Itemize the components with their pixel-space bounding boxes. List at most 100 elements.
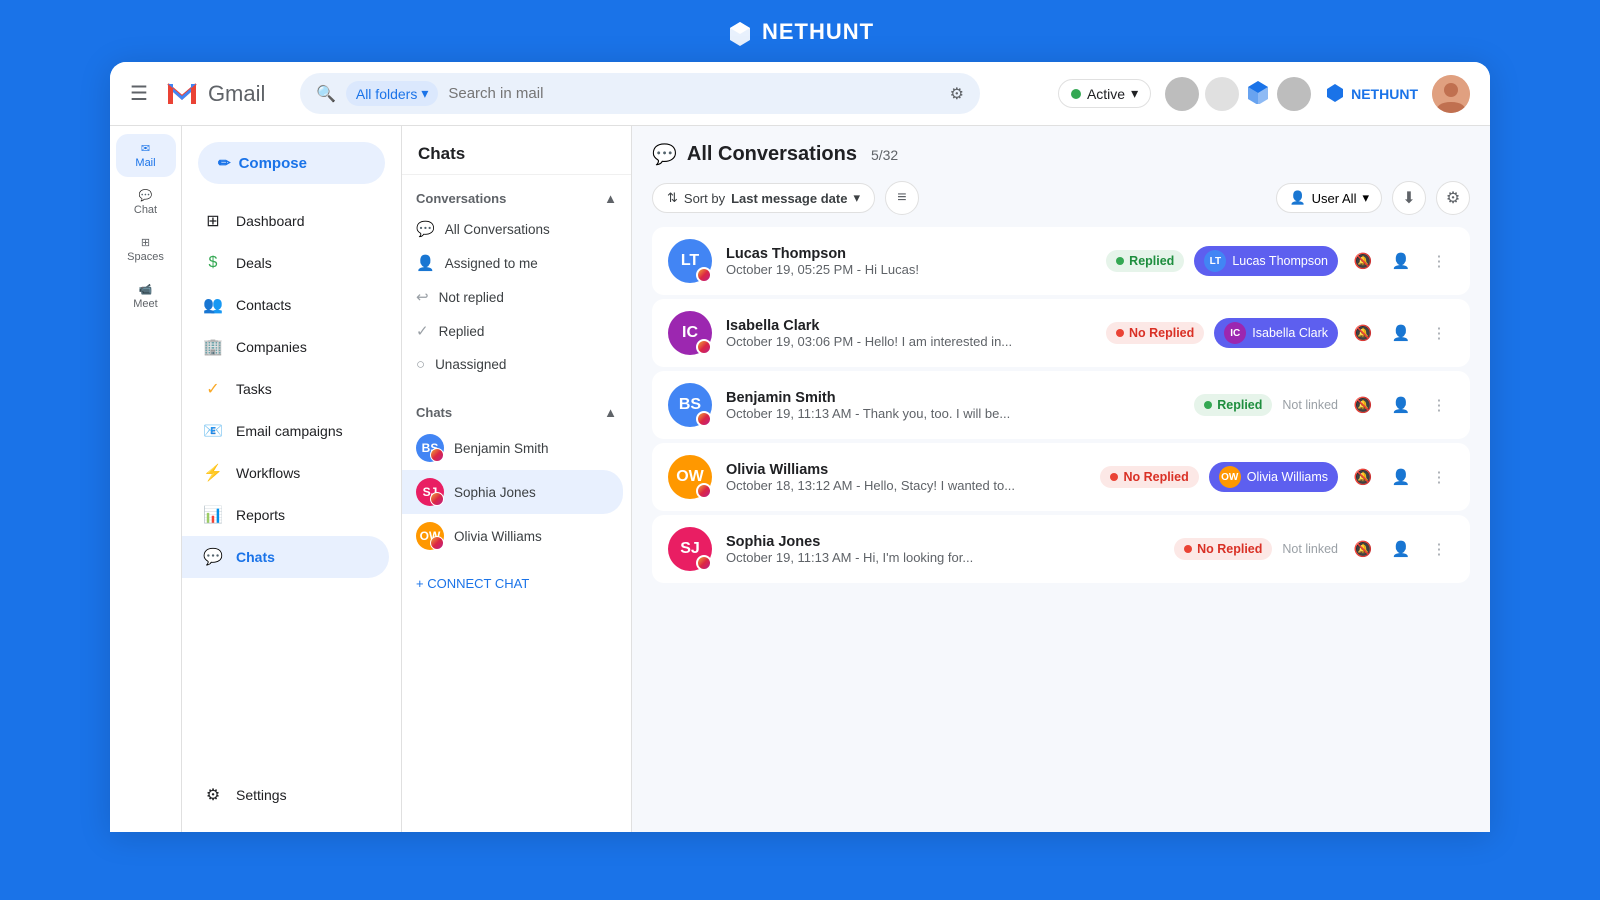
nav-item-reports[interactable]: 📊 Reports bbox=[182, 494, 389, 536]
folder-select[interactable]: All folders ▾ bbox=[346, 81, 439, 106]
conv-status-area: Replied LT Lucas Thompson 🔕 👤 ⋮ bbox=[1106, 246, 1454, 276]
conversation-row[interactable]: LT Lucas Thompson October 19, 05:25 PM -… bbox=[652, 227, 1470, 295]
search-input[interactable] bbox=[448, 85, 933, 102]
benjamin-name: Benjamin Smith bbox=[454, 441, 549, 456]
contacts-icon: 👥 bbox=[202, 294, 224, 316]
more-button[interactable]: ⋮ bbox=[1424, 318, 1454, 348]
dashboard-label: Dashboard bbox=[236, 213, 305, 229]
conv-item-unassigned[interactable]: ○ Unassigned bbox=[402, 348, 623, 381]
dashboard-icon: ⊞ bbox=[202, 210, 224, 232]
conversations-section-header[interactable]: Conversations ▲ bbox=[402, 185, 631, 212]
mute-button[interactable]: 🔕 bbox=[1348, 246, 1378, 276]
conv-item-assigned[interactable]: 👤 Assigned to me bbox=[402, 246, 623, 280]
mute-button[interactable]: 🔕 bbox=[1348, 462, 1378, 492]
unassign-button[interactable]: 👤 bbox=[1386, 318, 1416, 348]
sidebar-item-spaces[interactable]: ⊞ Spaces bbox=[116, 228, 176, 271]
count-badge: 5/32 bbox=[871, 147, 898, 163]
user-avatar[interactable] bbox=[1432, 75, 1470, 113]
status-pill: No Replied bbox=[1100, 466, 1198, 488]
conv-item-all[interactable]: 💬 All Conversations bbox=[402, 212, 623, 246]
nav-item-dashboard[interactable]: ⊞ Dashboard bbox=[182, 200, 389, 242]
mute-button[interactable]: 🔕 bbox=[1348, 318, 1378, 348]
unassign-button[interactable]: 👤 bbox=[1386, 534, 1416, 564]
right-controls: 👤 User All ▾ ⬇ ⚙ bbox=[1276, 181, 1470, 215]
more-button[interactable]: ⋮ bbox=[1424, 462, 1454, 492]
gear-icon: ⚙ bbox=[1446, 188, 1460, 208]
conv-status-area: Replied Not linked 🔕 👤 ⋮ bbox=[1194, 390, 1454, 420]
conversation-row[interactable]: OW Olivia Williams October 18, 13:12 AM … bbox=[652, 443, 1470, 511]
conv-info: Isabella Clark October 19, 03:06 PM - He… bbox=[726, 318, 1092, 349]
inbox-button[interactable]: ⬇ bbox=[1392, 181, 1426, 215]
status-dot bbox=[1184, 545, 1192, 553]
sidebar-item-meet[interactable]: 📹 Meet bbox=[116, 275, 176, 318]
connect-chat-label: + CONNECT CHAT bbox=[416, 576, 529, 591]
conv-item-replied[interactable]: ✓ Replied bbox=[402, 314, 623, 348]
nav-item-companies[interactable]: 🏢 Companies bbox=[182, 326, 389, 368]
chat-contact-sophia[interactable]: SJ Sophia Jones bbox=[402, 470, 623, 514]
chat-panel-header: Chats bbox=[402, 126, 631, 175]
mute-button[interactable]: 🔕 bbox=[1348, 390, 1378, 420]
chats-section-label: Chats bbox=[416, 405, 452, 420]
filter-sort-button[interactable]: ≡ bbox=[885, 181, 919, 215]
conv-instagram-badge bbox=[696, 483, 712, 499]
assigned-label: Assigned to me bbox=[445, 256, 538, 271]
nav-item-contacts[interactable]: 👥 Contacts bbox=[182, 284, 389, 326]
nav-item-tasks[interactable]: ✓ Tasks bbox=[182, 368, 389, 410]
settings-conv-button[interactable]: ⚙ bbox=[1436, 181, 1470, 215]
unassign-button[interactable]: 👤 bbox=[1386, 390, 1416, 420]
not-replied-icon: ↩ bbox=[416, 288, 429, 306]
nav-item-chats[interactable]: 💬 Chats bbox=[182, 536, 389, 578]
chat-contact-benjamin[interactable]: BS Benjamin Smith bbox=[402, 426, 623, 470]
replied-icon: ✓ bbox=[416, 322, 429, 340]
filter-icon[interactable]: ⚙ bbox=[950, 84, 964, 104]
user-filter[interactable]: 👤 User All ▾ bbox=[1276, 183, 1382, 213]
companies-icon: 🏢 bbox=[202, 336, 224, 358]
conv-preview: October 19, 05:25 PM - Hi Lucas! bbox=[726, 262, 1092, 277]
chat-contact-olivia[interactable]: OW Olivia Williams bbox=[402, 514, 623, 558]
status-dot bbox=[1110, 473, 1118, 481]
chats-section-header[interactable]: Chats ▲ bbox=[402, 399, 631, 426]
conversation-row[interactable]: SJ Sophia Jones October 19, 11:13 AM - H… bbox=[652, 515, 1470, 583]
meet-icon: 📹 bbox=[139, 283, 153, 296]
status-pill: Replied bbox=[1106, 250, 1184, 272]
nethunt-logo-text: NETHUNT bbox=[762, 19, 874, 45]
status-label: No Replied bbox=[1197, 542, 1262, 556]
workflows-icon: ⚡ bbox=[202, 462, 224, 484]
sort-button[interactable]: ⇅ Sort by Last message date ▾ bbox=[652, 183, 875, 213]
email-campaigns-icon: 📧 bbox=[202, 420, 224, 442]
hamburger-button[interactable]: ☰ bbox=[130, 81, 148, 106]
conversations-title-icon: 💬 bbox=[652, 142, 677, 167]
conv-name: Isabella Clark bbox=[726, 318, 1092, 334]
chat-icon: 💬 bbox=[139, 189, 153, 202]
compose-button[interactable]: ✏ Compose bbox=[198, 142, 385, 184]
conversation-row[interactable]: BS Benjamin Smith October 19, 11:13 AM -… bbox=[652, 371, 1470, 439]
reports-label: Reports bbox=[236, 507, 285, 523]
nav-item-email-campaigns[interactable]: 📧 Email campaigns bbox=[182, 410, 389, 452]
sort-chevron-icon: ▾ bbox=[853, 190, 860, 206]
nav-item-deals[interactable]: $ Deals bbox=[182, 242, 389, 284]
unassign-button[interactable]: 👤 bbox=[1386, 462, 1416, 492]
search-bar[interactable]: 🔍 All folders ▾ ⚙ bbox=[300, 73, 980, 114]
compose-pencil-icon: ✏ bbox=[218, 154, 231, 172]
main-content: 💬 All Conversations 5/32 ⇅ Sort by Last … bbox=[632, 126, 1490, 832]
conv-item-not-replied[interactable]: ↩ Not replied bbox=[402, 280, 623, 314]
conv-avatar-wrap: BS bbox=[668, 383, 712, 427]
conv-instagram-badge bbox=[696, 339, 712, 355]
more-button[interactable]: ⋮ bbox=[1424, 390, 1454, 420]
conv-avatar-wrap: OW bbox=[668, 455, 712, 499]
conversations-collapse-icon: ▲ bbox=[604, 191, 617, 206]
connect-chat-button[interactable]: + CONNECT CHAT bbox=[402, 566, 631, 601]
status-pill: Replied bbox=[1194, 394, 1272, 416]
more-button[interactable]: ⋮ bbox=[1424, 534, 1454, 564]
chat-panel: Chats Conversations ▲ 💬 All Conversation… bbox=[402, 126, 632, 832]
settings-icon: ⚙ bbox=[202, 784, 224, 806]
active-status-badge[interactable]: Active ▾ bbox=[1058, 79, 1151, 108]
unassign-button[interactable]: 👤 bbox=[1386, 246, 1416, 276]
sidebar-item-mail[interactable]: ✉ Mail bbox=[116, 134, 176, 177]
mute-button[interactable]: 🔕 bbox=[1348, 534, 1378, 564]
conversation-row[interactable]: IC Isabella Clark October 19, 03:06 PM -… bbox=[652, 299, 1470, 367]
nav-item-settings[interactable]: ⚙ Settings bbox=[182, 774, 389, 816]
sidebar-item-chat[interactable]: 💬 Chat bbox=[116, 181, 176, 224]
nav-item-workflows[interactable]: ⚡ Workflows bbox=[182, 452, 389, 494]
more-button[interactable]: ⋮ bbox=[1424, 246, 1454, 276]
